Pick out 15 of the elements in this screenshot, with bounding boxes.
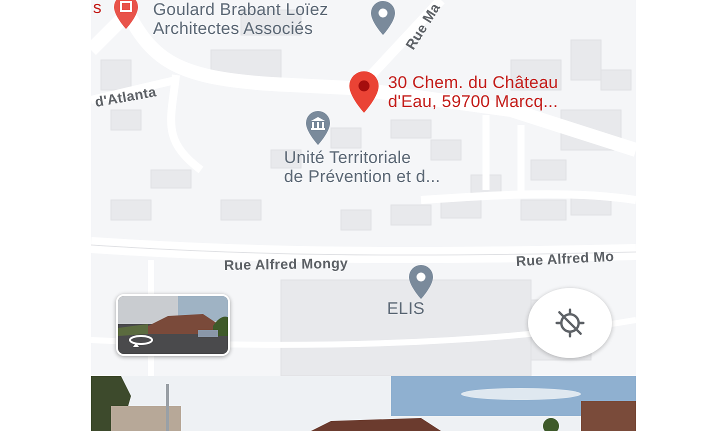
street-name: Rue Alfred Mo [516, 248, 615, 269]
location-button[interactable] [528, 288, 612, 358]
map-pin-icon[interactable] [368, 0, 398, 36]
map-pin-icon[interactable] [406, 264, 436, 300]
rotate-icon [128, 334, 154, 348]
place-label[interactable]: 30 Chem. du Château d'Eau, 59700 Marcq... [388, 73, 558, 111]
government-building-pin-icon[interactable] [303, 110, 333, 146]
map-pin-icon[interactable] [111, 0, 141, 30]
place-label[interactable]: ELIS [387, 299, 425, 318]
location-off-icon [554, 307, 586, 339]
street-name: d'Atlanta [94, 83, 158, 110]
place-label[interactable]: Goulard Brabant Loïez Architectes Associés [153, 0, 328, 38]
place-label[interactable]: Unité Territoriale de Prévention et d... [284, 148, 440, 186]
place-label[interactable]: s [93, 0, 102, 17]
street-name: Rue Alfred Mongy [224, 254, 348, 273]
